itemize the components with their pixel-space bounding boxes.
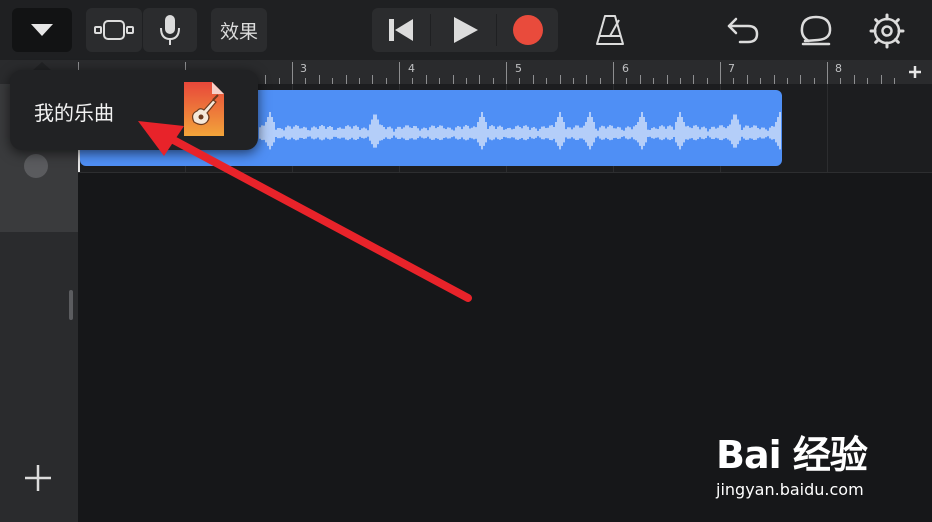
ruler-tick — [639, 75, 641, 84]
record-button[interactable] — [498, 8, 558, 52]
tracks-view-icon — [94, 20, 134, 40]
ruler-tick — [532, 75, 534, 84]
ruler-bar-number: 4 — [408, 62, 415, 75]
my-songs-popup: 我的乐曲 — [10, 70, 258, 150]
undo-icon — [727, 17, 759, 44]
ruler-tick — [853, 75, 855, 84]
ruler-tick — [425, 75, 427, 84]
loop-browser-icon — [800, 15, 832, 46]
ruler-tick — [613, 62, 614, 84]
ruler-bar-number: 6 — [622, 62, 629, 75]
ruler-tick — [479, 75, 481, 84]
ruler-bar-number: 8 — [835, 62, 842, 75]
go-to-beginning-icon — [389, 19, 413, 41]
bar-gridline — [827, 84, 828, 172]
ruler-tick — [372, 75, 374, 84]
ruler-tick — [265, 75, 267, 84]
ruler-tick — [292, 62, 293, 84]
ruler-tick — [800, 75, 802, 84]
ruler-bar-number: 5 — [515, 62, 522, 75]
watermark-url: jingyan.baidu.com — [716, 480, 864, 499]
baidu-jingyan-watermark: Bai 经验 jingyan.baidu.com — [716, 418, 926, 508]
loop-browser-button[interactable] — [798, 12, 834, 48]
ruler-tick — [559, 75, 561, 84]
transport-divider — [430, 14, 431, 46]
tracks-view-button[interactable] — [86, 8, 142, 52]
add-track-button[interactable] — [20, 460, 56, 496]
ruler-tick — [693, 75, 695, 84]
watermark-brand: Bai 经验 — [716, 433, 868, 477]
ruler-tick — [399, 62, 400, 84]
ruler-tick — [318, 75, 320, 84]
go-to-beginning-button[interactable] — [372, 8, 430, 52]
my-songs-button[interactable]: 我的乐曲 — [34, 97, 114, 126]
control-bar: 效果 — [0, 0, 932, 60]
ruler-tick — [773, 75, 775, 84]
ruler-tick — [345, 75, 347, 84]
ruler-tick — [666, 75, 668, 84]
add-section-button[interactable] — [898, 60, 932, 84]
settings-gear-icon — [869, 13, 905, 49]
ruler-bar-number: 3 — [300, 62, 307, 75]
ruler-tick — [452, 75, 454, 84]
effects-label: 效果 — [219, 20, 258, 43]
ruler-tick — [506, 62, 507, 84]
settings-button[interactable] — [868, 12, 906, 50]
transport-divider — [496, 14, 497, 46]
record-icon — [513, 15, 543, 45]
ruler-tick — [586, 75, 588, 84]
my-songs-dropdown-button[interactable] — [12, 8, 72, 52]
play-icon — [454, 17, 478, 43]
ruler-bar-number: 7 — [728, 62, 735, 75]
undo-button[interactable] — [724, 12, 762, 48]
transport-group — [372, 8, 558, 52]
smart-controls-button[interactable] — [143, 8, 197, 52]
track-instrument-icon — [24, 154, 48, 178]
metronome-button[interactable] — [592, 12, 628, 48]
track-header-resize-handle[interactable] — [69, 290, 73, 320]
metronome-icon — [596, 15, 624, 45]
microphone-icon — [160, 15, 180, 45]
plus-icon — [25, 465, 51, 491]
dropdown-triangle-icon — [31, 24, 53, 36]
ruler-tick — [746, 75, 748, 84]
play-button[interactable] — [434, 8, 496, 52]
garageband-file-icon[interactable] — [182, 80, 226, 138]
plus-icon — [909, 66, 921, 78]
effects-button[interactable]: 效果 — [211, 8, 267, 52]
ruler-tick — [827, 62, 828, 84]
ruler-tick — [880, 75, 882, 84]
ruler-tick — [720, 62, 721, 84]
